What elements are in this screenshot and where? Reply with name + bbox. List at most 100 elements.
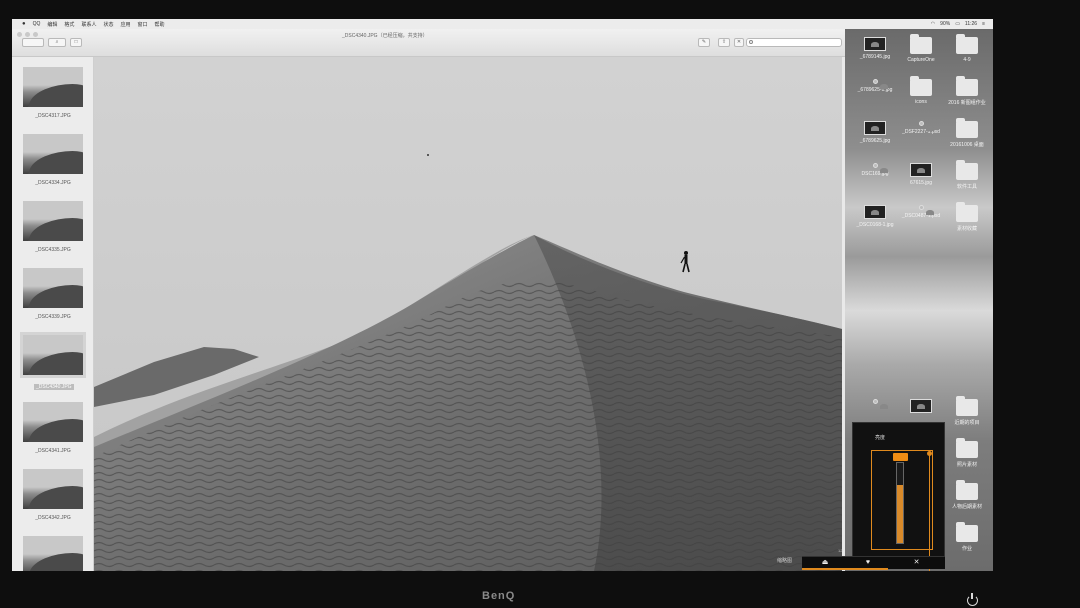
power-icon[interactable]	[967, 593, 978, 606]
thumbnail-label: _DSC4342.JPG	[35, 515, 71, 521]
close-window-button[interactable]	[17, 32, 22, 37]
folder-icon	[956, 34, 978, 54]
zoom-window-button[interactable]	[33, 32, 38, 37]
zoom-button[interactable]: ⌕	[48, 38, 66, 47]
desktop-icon[interactable]: icons	[898, 76, 944, 105]
menu-item[interactable]: 应用	[120, 21, 130, 28]
desktop-icon-label: 软件工具	[956, 184, 977, 190]
desktop-icon-label: 4-9	[963, 57, 971, 63]
desktop-icon[interactable]: DSC169.jpg	[852, 163, 898, 177]
menu-item[interactable]: 窗口	[137, 21, 147, 28]
menu-item[interactable]: 编辑	[47, 21, 57, 28]
preview-window: _DSC4340.JPG（已经压缩，共支持） ⌕ □ ✎ ⇧ ✕ _DSC431…	[12, 29, 845, 571]
desktop-icon[interactable]: _6789625-1.jpg	[852, 79, 898, 93]
apple-menu-icon[interactable]: ●	[22, 21, 26, 27]
menu-item[interactable]: 联系人	[81, 21, 96, 28]
brightness-title: 亮度	[875, 435, 886, 441]
sidebar-thumbnail-item[interactable]: _DSC4317.JPG	[22, 67, 84, 119]
desktop-icon-label: _DSF2227-1.psd	[902, 129, 940, 135]
search-icon	[749, 40, 753, 44]
image-file-icon	[864, 37, 886, 51]
desktop-icon-label: icons	[915, 99, 927, 105]
folder-icon	[910, 34, 932, 54]
desktop-icon[interactable]: 照片素材	[944, 438, 990, 468]
desktop-icon-label: 作业	[961, 546, 972, 552]
menu-item[interactable]: 格式	[64, 21, 74, 28]
desktop-icon-label: _DSC0168-1.jpg	[856, 222, 894, 228]
desktop-icon[interactable]: 4-9	[944, 34, 990, 63]
eject-button[interactable]: ⏏	[802, 557, 848, 570]
clock[interactable]: 11:26	[965, 21, 977, 27]
sidebar-thumbnail-item[interactable]: _DSC4342.JPG	[22, 469, 84, 521]
desktop-icon-label: 2016 新图组作业	[948, 100, 986, 106]
desktop-icon-label: _6789625-1.jpg	[857, 87, 893, 93]
notification-icon[interactable]: ≡	[982, 21, 985, 27]
sidebar-thumbnail-item[interactable]: _DSC4334.JPG	[22, 134, 84, 186]
menu-item[interactable]: 状态	[103, 21, 113, 28]
brightness-slider-handle[interactable]	[893, 453, 908, 461]
desktop-icon[interactable]: CaptureOne	[898, 34, 944, 63]
desktop-icon[interactable]: 20161006 桌面	[944, 118, 990, 148]
desktop-icon-label: 20161006 桌面	[950, 142, 984, 148]
desktop-icon[interactable]: 作业	[944, 522, 990, 552]
image-file-icon	[910, 163, 932, 177]
sidebar-thumbnail-item[interactable]: _DSC4335.JPG	[22, 201, 84, 253]
image-file-icon	[872, 79, 888, 89]
hud-tiny-label: 12	[838, 548, 843, 553]
sidebar-thumbnail-item[interactable]: _DSC4341.JPG	[22, 402, 84, 454]
sidebar-thumbnail-item[interactable]: _DSC4339.JPG	[22, 268, 84, 320]
favorite-button[interactable]: ♥	[848, 557, 888, 570]
close-hud-button[interactable]: ✕	[888, 557, 945, 570]
desktop-icon[interactable]: 软件工具	[944, 160, 990, 190]
thumbnail-image	[23, 402, 83, 442]
desktop-icon[interactable]: _6789625.jpg	[852, 121, 898, 144]
folder-icon	[956, 202, 978, 222]
image-file-icon	[918, 205, 934, 215]
view-mode-button[interactable]	[22, 38, 44, 47]
desktop-icon[interactable]: 近期的项目	[944, 396, 990, 426]
desktop-icon[interactable]: 素材收藏	[944, 202, 990, 232]
desktop-icon[interactable]	[852, 399, 898, 409]
desktop-icon[interactable]: _DSC0487-1.psd	[898, 205, 944, 219]
main-photo[interactable]	[94, 57, 842, 571]
folder-icon	[956, 438, 978, 458]
desktop-icon[interactable]	[898, 399, 944, 416]
wifi-icon[interactable]: ◠	[931, 21, 935, 27]
desktop-icon[interactable]: _6789145.jpg	[852, 37, 898, 60]
sidebar-thumbnail-item[interactable]: _DSC4340.JPG	[20, 332, 86, 393]
thumbnail-image	[23, 268, 83, 308]
status-area: ◠ 90% ▭ 11:26 ≡	[931, 19, 985, 29]
image-file-icon	[872, 399, 888, 409]
desktop-icon-label: 照片素材	[956, 462, 977, 468]
image-file-icon	[918, 121, 934, 131]
folder-icon	[956, 118, 978, 138]
thumbnail-label: _DSC4335.JPG	[35, 247, 71, 253]
brightness-slider-track[interactable]	[896, 462, 904, 544]
title-bar: _DSC4340.JPG（已经压缩，共支持） ⌕ □ ✎ ⇧ ✕	[12, 29, 845, 57]
desktop-icon-label: _6789625.jpg	[859, 138, 891, 144]
minimize-window-button[interactable]	[25, 32, 30, 37]
battery-icon[interactable]: ▭	[955, 21, 960, 27]
folder-icon	[956, 160, 978, 180]
screen: ● QQ 编辑 格式 联系人 状态 应用 窗口 帮助 ◠ 90% ▭ 11:26…	[12, 19, 993, 571]
desktop-icon[interactable]: _DSC0168-1.jpg	[852, 205, 898, 228]
desktop-icon-label: 素材收藏	[956, 226, 977, 232]
desktop-icon[interactable]: 2016 新图组作业	[944, 76, 990, 106]
share-right-button[interactable]: ⇧	[718, 38, 730, 47]
menu-item[interactable]: QQ	[33, 21, 41, 27]
desktop-icon[interactable]: _DSF2227-1.psd	[898, 121, 944, 135]
desktop-icon-label: _6789145.jpg	[859, 54, 891, 60]
thumbnail-image	[23, 67, 83, 107]
battery-percent[interactable]: 90%	[940, 21, 950, 27]
search-input[interactable]	[746, 38, 842, 47]
desktop-icon[interactable]: 人物后期素材	[944, 480, 990, 510]
menu-item[interactable]: 帮助	[155, 21, 165, 28]
sidebar-thumbnail-item[interactable]	[22, 536, 84, 571]
markup-button[interactable]: ✎	[698, 38, 710, 47]
close-tool-button[interactable]: ✕	[734, 38, 744, 47]
desktop-icon[interactable]: 67615.jpg	[898, 163, 944, 186]
window-title: _DSC4340.JPG（已经压缩，共支持）	[342, 33, 428, 39]
share-button[interactable]: □	[70, 38, 82, 47]
desktop-icon-label: DSC169.jpg	[861, 171, 889, 177]
desktop-icon-label: 67615.jpg	[910, 180, 932, 186]
